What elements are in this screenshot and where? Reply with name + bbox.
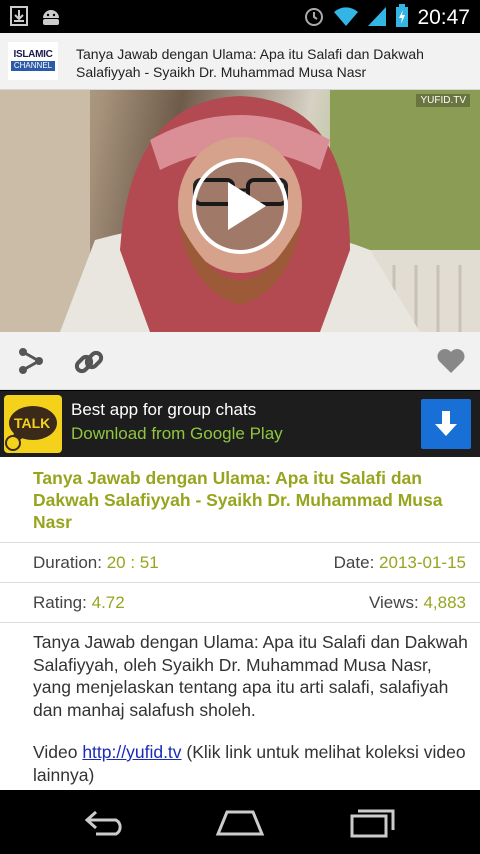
rating-views-row: Rating: 4.72 Views: 4,883 xyxy=(0,582,480,622)
wifi-icon xyxy=(333,5,359,31)
duration-label: Duration: xyxy=(33,553,102,572)
navigation-bar xyxy=(0,790,480,854)
video-details: Tanya Jawab dengan Ulama: Apa itu Salafi… xyxy=(0,457,480,790)
date-value: 2013-01-15 xyxy=(379,553,466,572)
heart-icon[interactable] xyxy=(437,348,465,378)
rating-label: Rating: xyxy=(33,593,87,612)
rating-value: 4.72 xyxy=(91,593,125,612)
video-description: Tanya Jawab dengan Ulama: Apa itu Salafi… xyxy=(33,632,468,720)
video-link-line: Video http://yufid.tv (Klik link untuk m… xyxy=(33,741,473,786)
title-bar: ISLAMIC CHANNEL Tanya Jawab dengan Ulama… xyxy=(0,33,480,90)
share-icon[interactable] xyxy=(18,347,44,379)
status-time: 20:47 xyxy=(417,6,470,29)
page-title: Tanya Jawab dengan Ulama: Apa itu Salafi… xyxy=(76,46,424,80)
home-icon[interactable] xyxy=(215,808,265,840)
back-icon[interactable] xyxy=(84,808,130,840)
video-title: Tanya Jawab dengan Ulama: Apa itu Salafi… xyxy=(33,468,443,532)
download-arrow-icon xyxy=(435,411,457,436)
views-label: Views: xyxy=(368,593,419,612)
video-link[interactable]: http://yufid.tv xyxy=(82,742,181,762)
status-right-icons: 20:47 xyxy=(303,4,470,32)
duration-date-row: Duration: 20 : 51 Date: 2013-01-15 xyxy=(0,542,480,582)
video-link-prefix: Video xyxy=(33,742,78,762)
link-icon[interactable] xyxy=(74,347,104,381)
views-value: 4,883 xyxy=(423,593,466,612)
video-player[interactable]: YUFID.TV xyxy=(0,90,480,332)
actions-bar xyxy=(0,332,480,390)
recents-icon[interactable] xyxy=(350,808,396,842)
divider xyxy=(0,622,480,623)
ad-download-button[interactable] xyxy=(421,399,471,449)
video-watermark: YUFID.TV xyxy=(416,94,470,107)
app-logo[interactable]: ISLAMIC CHANNEL xyxy=(8,42,58,80)
app-logo-bottom: CHANNEL xyxy=(11,61,55,71)
alarm-icon xyxy=(303,5,325,31)
status-left-icons xyxy=(10,6,62,30)
status-bar: 20:47 xyxy=(0,0,480,33)
battery-icon xyxy=(395,4,409,32)
duration-value: 20 : 51 xyxy=(106,553,159,572)
app-logo-top: ISLAMIC xyxy=(13,49,53,60)
download-icon xyxy=(10,6,28,30)
ad-logo-text: TALK xyxy=(14,415,51,431)
signal-icon xyxy=(367,5,387,31)
ad-banner[interactable]: TALK Best app for group chats Download f… xyxy=(0,391,480,457)
play-icon[interactable] xyxy=(190,156,290,256)
android-icon xyxy=(40,6,62,30)
ad-app-logo[interactable]: TALK xyxy=(4,395,62,453)
ad-subtitle: Download from Google Play xyxy=(71,424,283,443)
ad-title: Best app for group chats xyxy=(71,400,257,419)
date-label: Date: xyxy=(333,553,375,572)
